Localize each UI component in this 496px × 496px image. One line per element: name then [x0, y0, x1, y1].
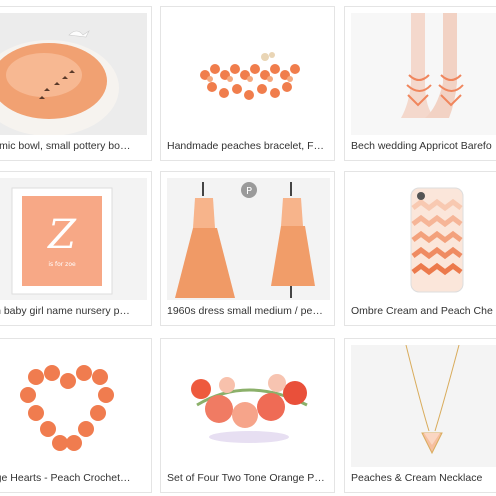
product-card[interactable]: Ombre Cream and Peach Che — [344, 171, 496, 326]
product-title[interactable]: 1960s dress small medium / pe… — [167, 305, 330, 317]
product-title[interactable]: Bech wedding Appricot Barefo — [351, 140, 496, 152]
product-card[interactable]: Z is for zoe ach baby girl name nursery … — [0, 171, 152, 326]
product-title[interactable]: Peaches & Cream Necklace — [351, 472, 496, 484]
product-card[interactable]: Handmade peaches bracelet, F… — [160, 6, 335, 161]
nursery-print-image[interactable]: Z is for zoe — [0, 178, 147, 300]
ceramic-bowl-image[interactable] — [0, 13, 147, 135]
vintage-dress-image[interactable]: P — [167, 178, 330, 300]
barefoot-sandals-image[interactable] — [351, 13, 496, 135]
phone-case-image[interactable] — [351, 178, 496, 300]
product-card[interactable]: Bech wedding Appricot Barefo — [344, 6, 496, 161]
print-letter: Z — [46, 212, 77, 258]
print-text: is for zoe — [48, 261, 76, 268]
product-title[interactable]: eramic bowl, small pottery bo… — [0, 140, 147, 152]
crochet-hearts-image[interactable] — [0, 345, 147, 467]
necklace-image[interactable] — [351, 345, 496, 467]
product-title[interactable]: Handmade peaches bracelet, F… — [167, 140, 330, 152]
product-card[interactable]: ange Hearts - Peach Crochet… — [0, 338, 152, 493]
svg-text:P: P — [246, 186, 252, 197]
product-title[interactable]: Set of Four Two Tone Orange P… — [167, 472, 330, 484]
product-card[interactable]: Set of Four Two Tone Orange P… — [160, 338, 335, 493]
product-title[interactable]: ange Hearts - Peach Crochet… — [0, 472, 147, 484]
product-card[interactable]: Peaches & Cream Necklace — [344, 338, 496, 493]
product-card[interactable]: eramic bowl, small pottery bo… — [0, 6, 152, 161]
product-title[interactable]: Ombre Cream and Peach Che — [351, 305, 496, 317]
bracelet-image[interactable] — [167, 13, 330, 135]
product-title[interactable]: ach baby girl name nursery p… — [0, 305, 147, 317]
product-card[interactable]: P 1960s dress small medium / pe… — [160, 171, 335, 326]
flower-crown-image[interactable] — [167, 345, 330, 467]
